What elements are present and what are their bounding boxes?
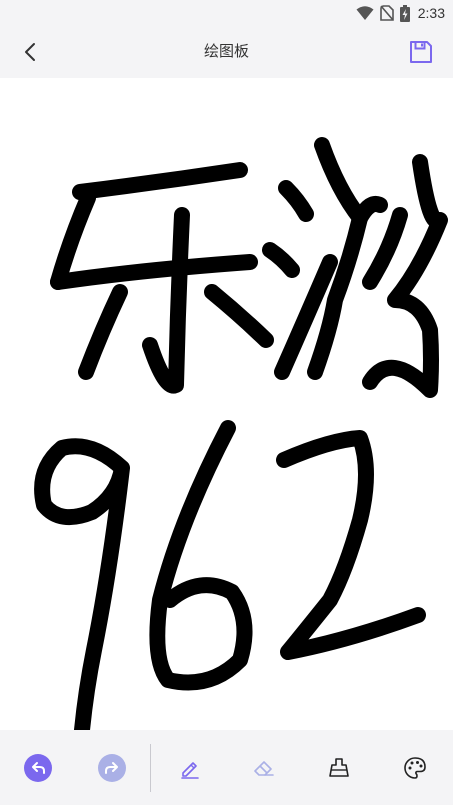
toolbar-divider [150, 744, 151, 792]
stroke-le-top [72, 162, 248, 200]
status-icons: 2:33 [356, 3, 445, 23]
save-icon [410, 41, 432, 63]
palette-icon [404, 757, 426, 779]
drawing-canvas[interactable] [0, 78, 453, 730]
app-bar: 绘图板 [0, 26, 453, 78]
bottom-toolbar [0, 730, 453, 805]
undo-button[interactable] [22, 752, 54, 784]
no-sim-icon [379, 5, 394, 21]
stroke-you-side [362, 207, 408, 290]
stroke-you-dot1 [278, 180, 314, 222]
wifi-icon [356, 6, 374, 20]
handwriting-drawing [34, 137, 448, 730]
stroke-le-dot [204, 284, 274, 348]
stroke-le-hook [142, 207, 190, 394]
color-tool-button[interactable] [399, 752, 431, 784]
status-bar: 2:33 [0, 0, 453, 26]
save-button[interactable] [407, 38, 435, 66]
eraser-tool-button[interactable] [248, 752, 280, 784]
eraser-icon [254, 761, 274, 776]
page-title: 绘图板 [203, 42, 249, 60]
stroke-nine [34, 438, 130, 730]
redo-button[interactable] [96, 752, 128, 784]
status-time: 2:33 [417, 5, 445, 21]
undo-icon [24, 754, 52, 782]
stroke-you-dot2 [262, 242, 300, 278]
redo-icon [98, 754, 126, 782]
pen-tool-button[interactable] [174, 752, 206, 784]
stroke-le-mid [50, 254, 258, 290]
pencil-icon [181, 762, 199, 779]
stroke-you-top [314, 137, 388, 226]
clear-tool-button[interactable] [323, 752, 355, 784]
stroke-two [276, 430, 426, 660]
stroke-le-leftfall [78, 284, 128, 380]
stroke-six [149, 420, 253, 691]
battery-charging-icon [399, 4, 410, 22]
broom-icon [329, 758, 349, 777]
stroke-le-left [50, 190, 96, 290]
